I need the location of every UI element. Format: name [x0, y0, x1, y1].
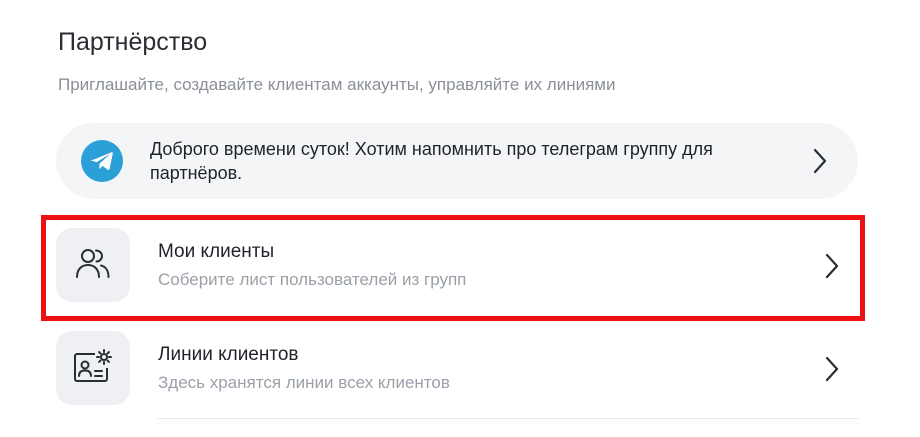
- telegram-banner[interactable]: Доброго времени суток! Хотим напомнить п…: [56, 123, 858, 199]
- list-item-my-clients[interactable]: Мои клиенты Соберите лист пользователей …: [56, 228, 858, 302]
- list-item-client-lines[interactable]: Линии клиентов Здесь хранятся линии всех…: [56, 331, 858, 405]
- page-title: Партнёрство: [58, 28, 208, 56]
- users-icon: [75, 246, 111, 285]
- item-subtitle: Здесь хранятся линии всех клиентов: [158, 373, 450, 392]
- telegram-icon: [81, 140, 123, 182]
- users-icon-tile: [56, 228, 130, 302]
- item-title: Мои клиенты: [158, 241, 275, 262]
- id-card-icon-tile: [56, 331, 130, 405]
- chevron-right-icon: [812, 147, 828, 180]
- chevron-right-icon: [824, 252, 840, 285]
- banner-text: Доброго времени суток! Хотим напомнить п…: [150, 139, 713, 183]
- page-subtitle: Приглашайте, создавайте клиентам аккаунт…: [58, 75, 616, 94]
- id-card-settings-icon: [73, 348, 113, 389]
- item-title: Линии клиентов: [158, 344, 299, 365]
- chevron-right-icon: [824, 355, 840, 388]
- divider: [158, 418, 858, 419]
- item-subtitle: Соберите лист пользователей из групп: [158, 270, 467, 289]
